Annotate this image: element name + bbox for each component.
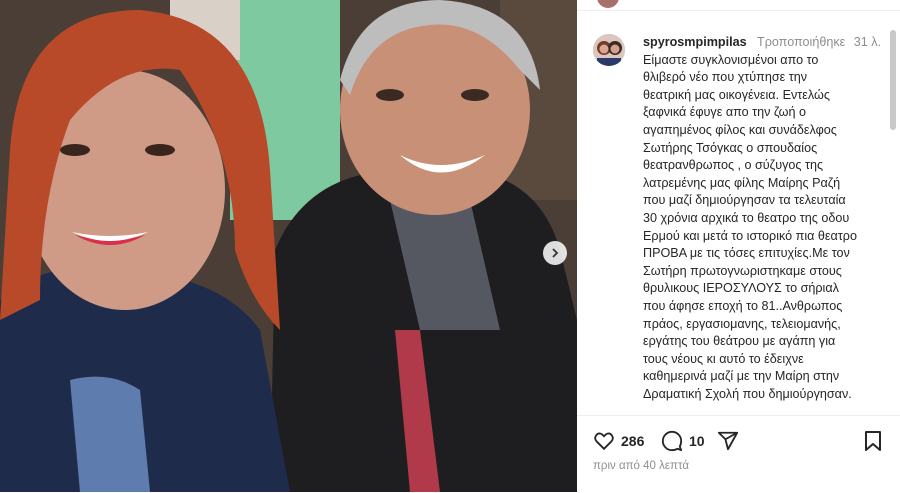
comment-action[interactable]: 10 (661, 430, 705, 452)
username-link[interactable]: spyrosmpimpilas (643, 34, 753, 52)
avatar-image (593, 34, 625, 66)
share-icon (717, 431, 739, 451)
comment-count: 10 (689, 433, 705, 449)
like-count: 286 (621, 433, 645, 449)
avatar[interactable] (593, 34, 625, 66)
avatar[interactable] (597, 0, 619, 8)
like-action[interactable]: 286 (593, 430, 644, 452)
share-button[interactable] (717, 430, 739, 452)
comment-header: spyrosmpimpilas Τροποποιήθηκε 31 λ. (643, 34, 881, 52)
post-image (0, 0, 577, 492)
action-bar: 286 10 πριν από 40 λεπτά (577, 415, 900, 493)
previous-comment (577, 0, 900, 11)
comment-body: spyrosmpimpilas Τροποποιήθηκε 31 λ. Είμα… (643, 34, 881, 403)
post-sidebar: spyrosmpimpilas Τροποποιήθηκε 31 λ. Είμα… (577, 0, 900, 493)
edited-label: Τροποποιήθηκε (757, 35, 846, 49)
comment-text: Είμαστε συγκλονισμένοι απο το θλιβερό νέ… (643, 52, 857, 401)
timestamp[interactable]: 31 λ. (851, 34, 881, 52)
scrollbar-thumb[interactable] (890, 30, 896, 130)
save-button[interactable] (863, 430, 883, 452)
post-photo[interactable] (0, 0, 577, 492)
comment-icon (661, 430, 683, 452)
bookmark-icon (865, 431, 881, 451)
chevron-right-icon (552, 248, 559, 258)
post-time: πριν από 40 λεπτά (593, 460, 689, 472)
next-photo-button[interactable] (543, 241, 567, 265)
heart-icon (594, 432, 614, 451)
